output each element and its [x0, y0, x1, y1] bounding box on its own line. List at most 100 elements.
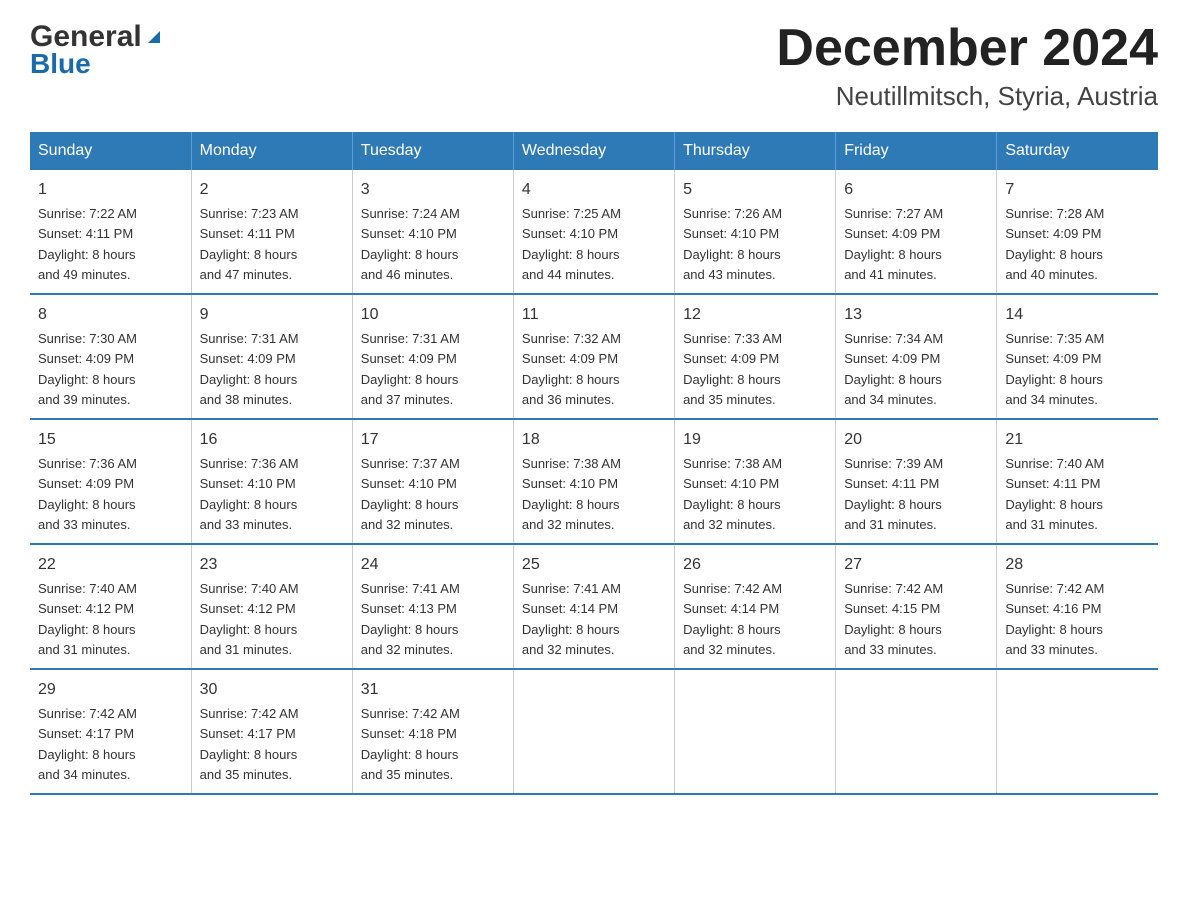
week-row-4: 22 Sunrise: 7:40 AMSunset: 4:12 PMDaylig…	[30, 544, 1158, 669]
day-number: 8	[38, 303, 183, 327]
day-info: Sunrise: 7:37 AMSunset: 4:10 PMDaylight:…	[361, 456, 460, 532]
calendar-cell: 8 Sunrise: 7:30 AMSunset: 4:09 PMDayligh…	[30, 294, 191, 419]
day-info: Sunrise: 7:31 AMSunset: 4:09 PMDaylight:…	[200, 331, 299, 407]
calendar-cell: 31 Sunrise: 7:42 AMSunset: 4:18 PMDaylig…	[352, 669, 513, 794]
day-number: 27	[844, 553, 988, 577]
logo-triangle-icon	[144, 25, 164, 45]
calendar-cell: 25 Sunrise: 7:41 AMSunset: 4:14 PMDaylig…	[513, 544, 674, 669]
calendar-cell: 12 Sunrise: 7:33 AMSunset: 4:09 PMDaylig…	[675, 294, 836, 419]
day-number: 24	[361, 553, 505, 577]
calendar-cell: 16 Sunrise: 7:36 AMSunset: 4:10 PMDaylig…	[191, 419, 352, 544]
calendar-cell: 24 Sunrise: 7:41 AMSunset: 4:13 PMDaylig…	[352, 544, 513, 669]
day-info: Sunrise: 7:38 AMSunset: 4:10 PMDaylight:…	[522, 456, 621, 532]
day-number: 26	[683, 553, 827, 577]
calendar-cell: 11 Sunrise: 7:32 AMSunset: 4:09 PMDaylig…	[513, 294, 674, 419]
calendar-cell: 30 Sunrise: 7:42 AMSunset: 4:17 PMDaylig…	[191, 669, 352, 794]
day-number: 10	[361, 303, 505, 327]
day-number: 7	[1005, 178, 1150, 202]
page-header: General Blue December 2024 Neutillmitsch…	[30, 20, 1158, 112]
day-number: 28	[1005, 553, 1150, 577]
day-number: 14	[1005, 303, 1150, 327]
calendar-cell: 9 Sunrise: 7:31 AMSunset: 4:09 PMDayligh…	[191, 294, 352, 419]
day-info: Sunrise: 7:40 AMSunset: 4:11 PMDaylight:…	[1005, 456, 1104, 532]
header-saturday: Saturday	[997, 132, 1158, 170]
day-info: Sunrise: 7:42 AMSunset: 4:14 PMDaylight:…	[683, 581, 782, 657]
calendar-cell: 4 Sunrise: 7:25 AMSunset: 4:10 PMDayligh…	[513, 170, 674, 294]
day-info: Sunrise: 7:33 AMSunset: 4:09 PMDaylight:…	[683, 331, 782, 407]
week-row-3: 15 Sunrise: 7:36 AMSunset: 4:09 PMDaylig…	[30, 419, 1158, 544]
day-number: 30	[200, 678, 344, 702]
calendar-cell: 5 Sunrise: 7:26 AMSunset: 4:10 PMDayligh…	[675, 170, 836, 294]
calendar-header-row: SundayMondayTuesdayWednesdayThursdayFrid…	[30, 132, 1158, 170]
day-info: Sunrise: 7:25 AMSunset: 4:10 PMDaylight:…	[522, 206, 621, 282]
day-info: Sunrise: 7:32 AMSunset: 4:09 PMDaylight:…	[522, 331, 621, 407]
week-row-2: 8 Sunrise: 7:30 AMSunset: 4:09 PMDayligh…	[30, 294, 1158, 419]
day-info: Sunrise: 7:40 AMSunset: 4:12 PMDaylight:…	[200, 581, 299, 657]
calendar-cell: 17 Sunrise: 7:37 AMSunset: 4:10 PMDaylig…	[352, 419, 513, 544]
day-info: Sunrise: 7:38 AMSunset: 4:10 PMDaylight:…	[683, 456, 782, 532]
calendar-cell	[675, 669, 836, 794]
day-number: 16	[200, 428, 344, 452]
calendar-cell: 28 Sunrise: 7:42 AMSunset: 4:16 PMDaylig…	[997, 544, 1158, 669]
calendar-cell: 21 Sunrise: 7:40 AMSunset: 4:11 PMDaylig…	[997, 419, 1158, 544]
day-info: Sunrise: 7:42 AMSunset: 4:18 PMDaylight:…	[361, 706, 460, 782]
day-number: 18	[522, 428, 666, 452]
calendar-cell: 29 Sunrise: 7:42 AMSunset: 4:17 PMDaylig…	[30, 669, 191, 794]
calendar-cell: 23 Sunrise: 7:40 AMSunset: 4:12 PMDaylig…	[191, 544, 352, 669]
day-info: Sunrise: 7:27 AMSunset: 4:09 PMDaylight:…	[844, 206, 943, 282]
calendar-cell: 3 Sunrise: 7:24 AMSunset: 4:10 PMDayligh…	[352, 170, 513, 294]
calendar-cell: 10 Sunrise: 7:31 AMSunset: 4:09 PMDaylig…	[352, 294, 513, 419]
calendar-table: SundayMondayTuesdayWednesdayThursdayFrid…	[30, 132, 1158, 795]
day-info: Sunrise: 7:39 AMSunset: 4:11 PMDaylight:…	[844, 456, 943, 532]
day-info: Sunrise: 7:35 AMSunset: 4:09 PMDaylight:…	[1005, 331, 1104, 407]
day-number: 20	[844, 428, 988, 452]
calendar-cell: 14 Sunrise: 7:35 AMSunset: 4:09 PMDaylig…	[997, 294, 1158, 419]
day-number: 21	[1005, 428, 1150, 452]
calendar-cell: 15 Sunrise: 7:36 AMSunset: 4:09 PMDaylig…	[30, 419, 191, 544]
day-number: 12	[683, 303, 827, 327]
day-info: Sunrise: 7:42 AMSunset: 4:17 PMDaylight:…	[38, 706, 137, 782]
calendar-cell	[513, 669, 674, 794]
day-number: 3	[361, 178, 505, 202]
day-number: 31	[361, 678, 505, 702]
day-number: 5	[683, 178, 827, 202]
day-info: Sunrise: 7:42 AMSunset: 4:17 PMDaylight:…	[200, 706, 299, 782]
day-info: Sunrise: 7:36 AMSunset: 4:10 PMDaylight:…	[200, 456, 299, 532]
day-number: 11	[522, 303, 666, 327]
day-info: Sunrise: 7:40 AMSunset: 4:12 PMDaylight:…	[38, 581, 137, 657]
day-info: Sunrise: 7:36 AMSunset: 4:09 PMDaylight:…	[38, 456, 137, 532]
calendar-cell: 2 Sunrise: 7:23 AMSunset: 4:11 PMDayligh…	[191, 170, 352, 294]
day-info: Sunrise: 7:34 AMSunset: 4:09 PMDaylight:…	[844, 331, 943, 407]
day-info: Sunrise: 7:30 AMSunset: 4:09 PMDaylight:…	[38, 331, 137, 407]
calendar-subtitle: Neutillmitsch, Styria, Austria	[776, 81, 1158, 112]
logo: General Blue	[30, 20, 164, 80]
calendar-cell: 13 Sunrise: 7:34 AMSunset: 4:09 PMDaylig…	[836, 294, 997, 419]
week-row-1: 1 Sunrise: 7:22 AMSunset: 4:11 PMDayligh…	[30, 170, 1158, 294]
day-info: Sunrise: 7:42 AMSunset: 4:16 PMDaylight:…	[1005, 581, 1104, 657]
logo-blue: Blue	[30, 48, 91, 80]
calendar-cell: 6 Sunrise: 7:27 AMSunset: 4:09 PMDayligh…	[836, 170, 997, 294]
calendar-cell: 27 Sunrise: 7:42 AMSunset: 4:15 PMDaylig…	[836, 544, 997, 669]
day-number: 25	[522, 553, 666, 577]
calendar-title-block: December 2024 Neutillmitsch, Styria, Aus…	[776, 20, 1158, 112]
day-info: Sunrise: 7:41 AMSunset: 4:13 PMDaylight:…	[361, 581, 460, 657]
calendar-cell: 19 Sunrise: 7:38 AMSunset: 4:10 PMDaylig…	[675, 419, 836, 544]
day-number: 15	[38, 428, 183, 452]
day-info: Sunrise: 7:24 AMSunset: 4:10 PMDaylight:…	[361, 206, 460, 282]
day-number: 1	[38, 178, 183, 202]
header-tuesday: Tuesday	[352, 132, 513, 170]
calendar-cell: 26 Sunrise: 7:42 AMSunset: 4:14 PMDaylig…	[675, 544, 836, 669]
day-info: Sunrise: 7:23 AMSunset: 4:11 PMDaylight:…	[200, 206, 299, 282]
day-info: Sunrise: 7:41 AMSunset: 4:14 PMDaylight:…	[522, 581, 621, 657]
day-number: 2	[200, 178, 344, 202]
day-number: 13	[844, 303, 988, 327]
day-number: 9	[200, 303, 344, 327]
day-info: Sunrise: 7:22 AMSunset: 4:11 PMDaylight:…	[38, 206, 137, 282]
calendar-cell: 22 Sunrise: 7:40 AMSunset: 4:12 PMDaylig…	[30, 544, 191, 669]
day-info: Sunrise: 7:31 AMSunset: 4:09 PMDaylight:…	[361, 331, 460, 407]
calendar-cell: 1 Sunrise: 7:22 AMSunset: 4:11 PMDayligh…	[30, 170, 191, 294]
header-wednesday: Wednesday	[513, 132, 674, 170]
day-info: Sunrise: 7:26 AMSunset: 4:10 PMDaylight:…	[683, 206, 782, 282]
calendar-cell	[997, 669, 1158, 794]
day-number: 19	[683, 428, 827, 452]
